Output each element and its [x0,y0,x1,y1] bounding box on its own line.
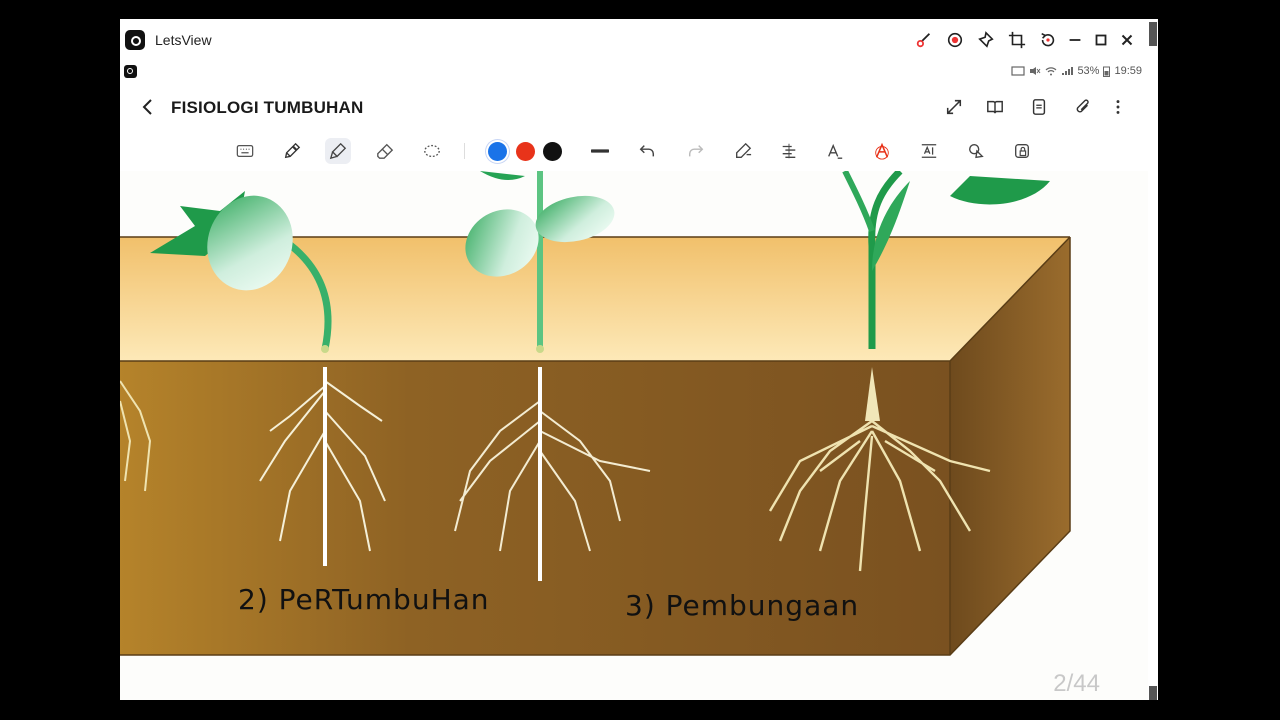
crop-icon[interactable] [1006,29,1028,51]
redo-icon [688,145,704,157]
rotate-icon[interactable] [1037,29,1059,51]
mute-icon [1030,67,1041,75]
text-style-icon [875,142,889,160]
lasso-icon [424,144,440,158]
eraser-tool[interactable] [372,138,398,164]
book-icon [987,100,1003,114]
page-list-button[interactable] [1028,96,1050,118]
status-app-icon [124,65,137,78]
status-indicators: 53% 19:59 [1011,65,1142,77]
lock-icon [1015,144,1029,158]
pin-icon[interactable] [975,29,997,51]
pen-settings-icon [736,142,752,158]
close-icon[interactable] [1116,29,1138,51]
back-button[interactable] [138,97,158,117]
cast-icon [1011,66,1026,76]
book-view-button[interactable] [984,96,1006,118]
maximize-icon[interactable] [1090,29,1112,51]
shapes-tool[interactable] [963,138,989,164]
color-swatch-red[interactable] [516,142,535,161]
window-titlebar: LetsView [120,19,1158,61]
app-title: LetsView [155,32,212,48]
wifi-icon [1046,67,1057,76]
lock-tool[interactable] [1009,138,1035,164]
text-style-tool[interactable] [869,138,895,164]
letsview-logo-icon [125,30,145,50]
signal-icon [1062,67,1074,75]
brush-icon[interactable] [913,29,935,51]
handwriting-icon [828,143,843,159]
document-icon [1032,99,1046,115]
redo-button[interactable] [683,138,709,164]
device-statusbar: 53% 19:59 [120,61,1158,83]
pen-tool[interactable] [279,138,305,164]
note-header: FISIOLOGI TUMBUHAN [120,83,1158,131]
record-icon[interactable] [944,29,966,51]
eraser-icon [377,143,394,159]
shapes-icon [969,144,984,159]
expand-button[interactable] [943,96,965,118]
text-box-icon [921,144,937,158]
paperclip-icon [1076,99,1089,113]
text-align-tool[interactable] [776,138,802,164]
keyboard-icon [236,144,254,158]
page-title: FISIOLOGI TUMBUHAN [171,98,364,117]
highlighter-tool[interactable] [325,138,351,164]
drawing-toolbar [120,131,1158,171]
color-swatch-black[interactable] [543,142,562,161]
note-canvas[interactable]: 2) PeRTumbuHan 3) Pembungaan 2/44 [120,171,1148,700]
highlighter-icon [329,142,347,160]
line-thickness-icon [591,149,609,153]
handwriting-to-text-tool[interactable] [822,138,848,164]
attach-button[interactable] [1072,96,1094,118]
battery-icon [1103,66,1111,77]
more-vertical-icon [1116,100,1120,114]
expand-icon [946,99,962,115]
stroke-width-tool[interactable] [587,138,613,164]
pen-icon [284,142,301,159]
text-align-icon [782,143,796,159]
color-swatch-blue[interactable] [488,142,507,161]
pen-settings-tool[interactable] [730,138,756,164]
chevron-left-icon [142,99,152,115]
handwritten-label-growth: 2) PeRTumbuHan [238,583,490,616]
app-window: LetsView 53% 19:59 FISIOLOGI TUMBUHAN 2)… [120,19,1158,700]
undo-button[interactable] [634,138,660,164]
more-options-button[interactable] [1107,96,1129,118]
keyboard-tool[interactable] [232,138,258,164]
lasso-tool[interactable] [419,138,445,164]
toolbar-divider [464,143,465,159]
page-counter: 2/44 [1053,670,1100,697]
black-border [1158,19,1280,700]
minimize-icon[interactable] [1064,29,1086,51]
window-scroll-thumb-top[interactable] [1149,22,1157,46]
battery-level: 53% [1077,65,1100,77]
undo-icon [639,145,655,157]
insert-text-tool[interactable] [916,138,942,164]
clock: 19:59 [1114,65,1142,77]
scrollbar[interactable] [1148,171,1158,700]
window-scroll-thumb-bottom[interactable] [1149,686,1157,700]
handwritten-label-flowering: 3) Pembungaan [625,589,860,622]
